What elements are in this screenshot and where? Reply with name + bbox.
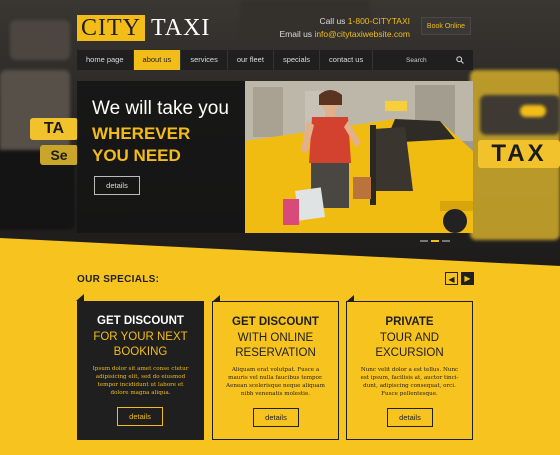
logo[interactable]: CITY TAXI [77,15,210,41]
nav-item-fleet[interactable]: our fleet [228,50,274,70]
nav-item-services[interactable]: services [181,50,228,70]
search-box [406,50,473,70]
phone-line: Call us 1-800-CITYTAXI [279,15,410,28]
card-2-title: GET DISCOUNT [232,316,319,328]
special-card-3: PRIVATE TOUR AND EXCURSION Nunc velit do… [346,295,473,440]
slide-line-2: WHEREVER [92,124,191,143]
slider-dot-1[interactable] [420,240,428,242]
slide-line-1: We will take you [92,98,229,119]
slide-caption: We will take you WHEREVER YOU NEED detai… [77,81,245,233]
logo-taxi: TAXI [151,15,211,41]
special-card-2: GET DISCOUNT WITH ONLINE RESERVATION Ali… [212,295,339,440]
card-1-details-button[interactable]: details [117,407,163,426]
card-1-title: GET DISCOUNT [97,315,184,327]
card-3-subtitle-line-1: TOUR AND [379,332,440,344]
card-1-subtitle: FOR YOUR NEXT BOOKING [77,330,204,360]
card-3-subtitle: TOUR AND EXCURSION [347,331,472,361]
search-input[interactable] [406,56,456,64]
slider-dot-2[interactable] [431,240,439,242]
card-2-text: Aliquam erat volutpat. Fusce a mauris ve… [226,367,325,397]
special-card-1: GET DISCOUNT FOR YOUR NEXT BOOKING Ipsum… [76,294,204,440]
card-3-text: Nunc velit dolor a est tellus. Nunc est … [360,367,459,397]
card-3-details-button[interactable]: details [387,408,433,427]
card-3-title: PRIVATE [385,316,434,328]
bg-taxi-sign-2: Se [40,145,78,165]
slide-line-3: YOU NEED [92,146,181,165]
contact-info: Call us 1-800-CITYTAXI Email us info@cit… [279,15,410,41]
nav-item-specials[interactable]: specials [274,50,321,70]
card-2-subtitle-line-2: RESERVATION [235,347,316,359]
card-1-subtitle-line-2: BOOKING [113,346,168,358]
slide-image [245,81,473,233]
nav-item-contact[interactable]: contact us [320,50,374,70]
card-2-subtitle-line-1: WITH ONLINE [237,332,314,344]
search-icon[interactable] [456,56,464,64]
arrow-left-icon[interactable]: ◀ [445,272,458,285]
email-label: Email us [279,29,313,39]
arrow-right-icon[interactable]: ▶ [461,272,474,285]
card-2-subtitle: WITH ONLINE RESERVATION [213,331,338,361]
card-3-subtitle-line-2: EXCURSION [375,347,444,359]
email-line: Email us info@citytaxiwebsite.com [279,28,410,41]
card-1-text: Ipsum dolor sit amet conse ctetur adipis… [92,366,189,396]
main-nav: home page about us services our fleet sp… [77,50,473,70]
taxi-woman-illustration [245,81,473,233]
slide-details-button[interactable]: details [94,176,140,195]
nav-item-about[interactable]: about us [133,50,182,70]
slider-dot-3[interactable] [442,240,450,242]
call-label: Call us [319,16,346,26]
specials-title: OUR SPECIALS: [77,274,160,285]
logo-city: CITY [77,15,145,41]
book-online-button[interactable]: Book Online [421,17,471,35]
slider-pagination [420,240,450,242]
email-link[interactable]: info@citytaxiwebsite.com [314,29,410,39]
card-2-details-button[interactable]: details [253,408,299,427]
bg-taxi-sign-1: TA [30,118,78,140]
card-1-subtitle-line-1: FOR YOUR NEXT [93,331,188,343]
slide-headline: WHEREVER YOU NEED [92,123,190,167]
nav-item-home[interactable]: home page [77,50,134,70]
phone-number[interactable]: 1-800-CITYTAXI [348,16,410,26]
bg-taxi-sign-3: TAX [478,140,560,168]
